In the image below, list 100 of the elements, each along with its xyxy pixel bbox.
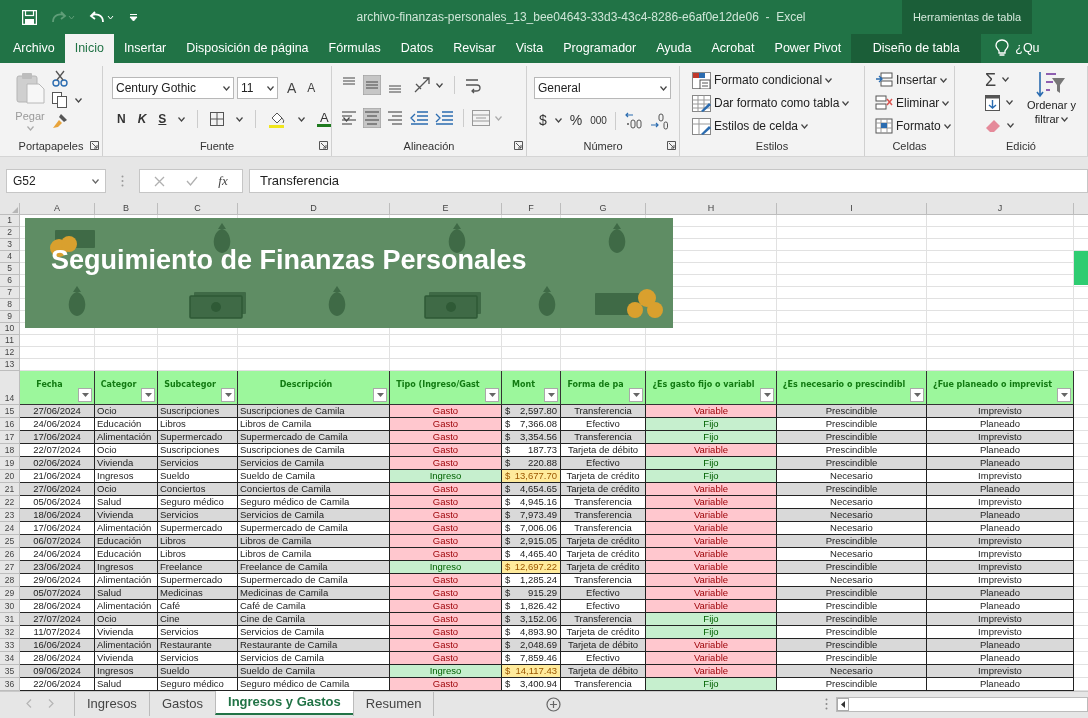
bold-button[interactable]: N — [117, 110, 126, 128]
caret-icon[interactable] — [1002, 77, 1010, 82]
ribbon-tab[interactable]: Programador — [553, 34, 647, 63]
column-header[interactable]: D — [238, 203, 390, 215]
row-header[interactable]: 4 — [0, 251, 20, 263]
fill-down-icon[interactable] — [985, 94, 1000, 111]
increase-decimal-icon[interactable] — [623, 111, 642, 130]
percent-format-button[interactable]: % — [569, 110, 583, 131]
cells-command[interactable]: Formato — [875, 116, 951, 136]
sheet-tab[interactable]: Resumen — [352, 692, 434, 716]
row-header[interactable]: 14 — [0, 371, 20, 405]
row-header[interactable]: 5 — [0, 263, 20, 275]
shrink-font-button[interactable]: A — [307, 79, 316, 97]
ribbon-tab[interactable]: Inicio — [64, 34, 114, 63]
merge-cells-icon[interactable] — [472, 110, 490, 126]
sort-filter-label[interactable]: Ordenar y — [1027, 98, 1076, 112]
ribbon-tab[interactable]: Diseño de tabla — [851, 34, 982, 63]
ribbon-tab[interactable]: Revisar — [443, 34, 506, 63]
row-header[interactable]: 29 — [0, 587, 20, 600]
filter-button[interactable] — [760, 388, 774, 402]
row-header[interactable]: 28 — [0, 574, 20, 587]
currency-format-button[interactable]: $ — [539, 110, 547, 131]
decrease-decimal-icon[interactable] — [649, 111, 668, 130]
borders-icon[interactable] — [210, 112, 225, 126]
filter-button[interactable] — [485, 388, 499, 402]
row-header[interactable]: 19 — [0, 457, 20, 470]
filter-button[interactable] — [141, 388, 155, 402]
column-header[interactable]: J — [927, 203, 1074, 215]
row-header[interactable]: 18 — [0, 444, 20, 457]
column-header[interactable]: C — [158, 203, 238, 215]
row-header[interactable]: 21 — [0, 483, 20, 496]
caret-icon[interactable] — [75, 97, 82, 103]
caret-icon[interactable] — [1007, 123, 1014, 128]
ribbon-tab[interactable]: Insertar — [113, 34, 177, 63]
increase-indent-icon[interactable] — [434, 109, 454, 127]
ribbon-tab[interactable]: Acrobat — [701, 34, 765, 63]
row-header[interactable]: 16 — [0, 418, 20, 431]
cells-command[interactable]: Insertar — [875, 70, 951, 90]
font-size-dropdown[interactable]: 11 — [237, 77, 278, 99]
column-header[interactable]: G — [561, 203, 646, 215]
row-header[interactable]: 6 — [0, 275, 20, 287]
column-header[interactable]: A — [20, 203, 95, 215]
caret-icon[interactable] — [343, 116, 351, 122]
caret-icon[interactable] — [554, 118, 562, 123]
row-header[interactable]: 22 — [0, 496, 20, 509]
align-right-icon[interactable] — [386, 108, 404, 128]
orientation-icon[interactable] — [413, 76, 431, 94]
caret-icon[interactable] — [1061, 116, 1069, 122]
customize-toolbar-icon[interactable] — [129, 12, 138, 22]
sheet-tab[interactable]: Ingresos y Gastos — [215, 691, 353, 715]
column-header[interactable]: H — [646, 203, 777, 215]
copy-icon[interactable] — [52, 92, 67, 108]
filter-button[interactable] — [544, 388, 558, 402]
caret-icon[interactable] — [1006, 100, 1013, 105]
wrap-text-icon[interactable] — [464, 76, 482, 94]
save-icon[interactable] — [22, 9, 37, 25]
caret-icon[interactable] — [842, 100, 850, 106]
caret-icon[interactable] — [825, 77, 833, 83]
splitter-icon[interactable] — [825, 698, 828, 710]
caret-icon[interactable] — [178, 116, 186, 122]
undo-icon[interactable] — [89, 10, 115, 24]
sheet-tab[interactable]: Ingresos — [74, 692, 149, 716]
format-painter-icon[interactable] — [52, 113, 68, 129]
dialog-launcher-icon[interactable] — [514, 141, 523, 150]
row-header[interactable]: 20 — [0, 470, 20, 483]
row-header[interactable]: 36 — [0, 678, 20, 691]
row-header[interactable]: 15 — [0, 405, 20, 418]
row-header[interactable]: 32 — [0, 626, 20, 639]
column-header[interactable]: B — [95, 203, 158, 215]
row-header[interactable]: 1 — [0, 215, 20, 227]
ribbon-tab[interactable]: Datos — [390, 34, 444, 63]
font-color-button[interactable]: A — [320, 111, 329, 124]
grow-font-button[interactable]: A — [287, 77, 297, 99]
ribbon-tab[interactable]: Ayuda — [646, 34, 702, 63]
ribbon-tab[interactable]: Vista — [505, 34, 554, 63]
row-header[interactable]: 11 — [0, 335, 20, 347]
decrease-indent-icon[interactable] — [409, 109, 429, 127]
add-sheet-icon[interactable] — [546, 696, 562, 712]
name-box[interactable]: G52 — [6, 169, 106, 193]
row-header[interactable]: 2 — [0, 227, 20, 239]
row-header[interactable]: 30 — [0, 600, 20, 613]
caret-icon[interactable] — [939, 77, 947, 83]
styles-command[interactable]: Formato condicional — [692, 70, 850, 90]
row-header[interactable]: 35 — [0, 665, 20, 678]
sort-filter-icon[interactable] — [1036, 70, 1067, 98]
row-header[interactable]: 34 — [0, 652, 20, 665]
row-header[interactable]: 24 — [0, 522, 20, 535]
dialog-launcher-icon[interactable] — [90, 141, 99, 150]
align-left-icon[interactable] — [340, 108, 358, 128]
row-header[interactable]: 23 — [0, 509, 20, 522]
number-format-dropdown[interactable]: General — [534, 77, 671, 99]
filter-button[interactable] — [373, 388, 387, 402]
formula-input[interactable]: Transferencia — [249, 169, 1088, 193]
filter-button[interactable] — [1057, 388, 1071, 402]
ribbon-tab[interactable]: Archivo — [3, 34, 65, 63]
ribbon-tab[interactable]: Disposición de página — [176, 34, 319, 63]
caret-icon[interactable] — [943, 123, 951, 129]
thousands-format-button[interactable]: 000 — [590, 113, 607, 128]
row-header[interactable]: 17 — [0, 431, 20, 444]
horizontal-scrollbar[interactable] — [836, 696, 1088, 712]
